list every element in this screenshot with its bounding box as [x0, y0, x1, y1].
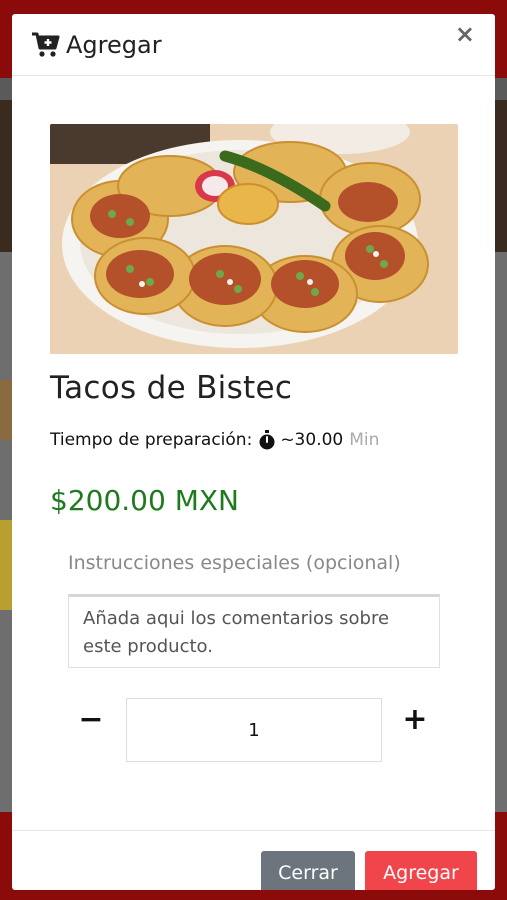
prep-time-unit: Min [349, 430, 380, 450]
prep-time-label: Tiempo de preparación: [50, 430, 253, 450]
modal-title: Agregar [66, 30, 162, 59]
modal-header: Agregar × [12, 14, 495, 76]
prep-time-value: ~30.00 [280, 430, 344, 450]
special-instructions-field[interactable]: Añada aqui los comentarios sobre este pr… [68, 594, 440, 668]
close-button[interactable]: Cerrar [261, 851, 355, 890]
modal-footer: Cerrar Agregar [12, 830, 495, 890]
backdrop-thumb [0, 380, 12, 440]
special-instructions-label: Instrucciones especiales (opcional) [68, 552, 401, 574]
tacos-image [50, 124, 458, 354]
product-name: Tacos de Bistec [50, 370, 293, 406]
quantity-input[interactable] [126, 698, 382, 762]
close-icon[interactable]: × [455, 20, 475, 48]
product-price: $200.00 MXN [50, 484, 239, 517]
quantity-decrease-button[interactable]: − [74, 702, 108, 737]
prep-time-row: Tiempo de preparación: ~30.00 Min [50, 430, 379, 450]
cart-plus-icon [32, 32, 60, 57]
stopwatch-icon [259, 430, 275, 450]
add-to-cart-button[interactable]: Agregar [365, 851, 477, 890]
add-to-cart-modal: Agregar × Tacos de Bistec Tiempo de prep… [12, 14, 495, 890]
quantity-increase-button[interactable]: + [398, 702, 432, 737]
backdrop-thumb [0, 520, 12, 610]
